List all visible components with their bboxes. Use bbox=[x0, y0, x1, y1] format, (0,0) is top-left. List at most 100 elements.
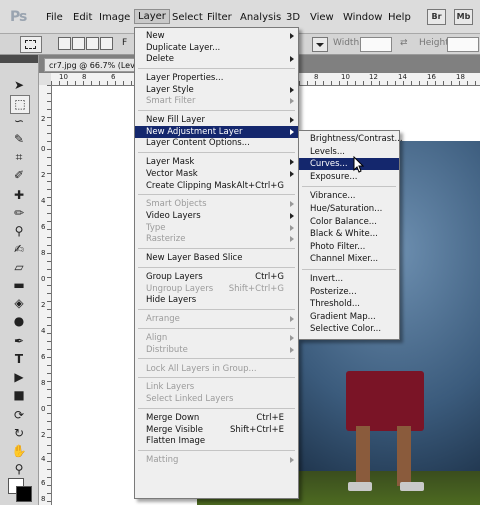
menu-item-gradient-map[interactable]: Gradient Map... bbox=[299, 311, 399, 323]
menu-item-black-white[interactable]: Black & White... bbox=[299, 228, 399, 240]
background-color-swatch[interactable] bbox=[16, 486, 32, 502]
dodge-tool-icon[interactable]: ● bbox=[10, 313, 28, 330]
menu-item-matting[interactable]: Matting bbox=[135, 454, 298, 466]
menu-item-layer-mask[interactable]: Layer Mask bbox=[135, 156, 298, 168]
3d-orbit-tool-icon[interactable]: ↻ bbox=[10, 425, 28, 442]
menu-layer[interactable]: Layer bbox=[134, 9, 170, 24]
panel-grip[interactable] bbox=[0, 55, 38, 63]
menu-file[interactable]: File bbox=[46, 12, 63, 23]
quick-select-tool-icon[interactable]: ✎ bbox=[10, 131, 28, 148]
swap-icon[interactable]: ⇄ bbox=[400, 38, 408, 48]
menu-item-link-layers[interactable]: Link Layers bbox=[135, 381, 298, 393]
gradient-tool-icon[interactable]: ▬ bbox=[10, 277, 28, 294]
menu-item-smart-filter[interactable]: Smart Filter bbox=[135, 95, 298, 107]
menu-window[interactable]: Window bbox=[343, 12, 382, 23]
width-field[interactable] bbox=[360, 37, 392, 52]
menu-item-ungroup-layers[interactable]: Ungroup Layers Shift+Ctrl+G bbox=[135, 283, 298, 295]
new-selection-icon[interactable] bbox=[58, 37, 71, 50]
menu-item-vector-mask[interactable]: Vector Mask bbox=[135, 168, 298, 180]
menu-item-layer-properties[interactable]: Layer Properties... bbox=[135, 72, 298, 84]
menu-item-label: Gradient Map... bbox=[310, 311, 376, 322]
add-selection-icon[interactable] bbox=[72, 37, 85, 50]
menu-item-flatten-image[interactable]: Flatten Image bbox=[135, 435, 298, 447]
menu-item-hide-layers[interactable]: Hide Layers bbox=[135, 294, 298, 306]
brush-tool-icon[interactable]: ✏ bbox=[10, 205, 28, 222]
menu-3d[interactable]: 3D bbox=[286, 12, 300, 23]
menu-item-posterize[interactable]: Posterize... bbox=[299, 286, 399, 298]
hand-tool-icon[interactable]: ✋ bbox=[10, 443, 28, 460]
menu-item-merge-down[interactable]: Merge Down Ctrl+E bbox=[135, 412, 298, 424]
menu-item-new-fill-layer[interactable]: New Fill Layer bbox=[135, 114, 298, 126]
bridge-button[interactable]: Br bbox=[427, 9, 446, 25]
menu-item-curves[interactable]: Curves... bbox=[299, 158, 399, 171]
menu-item-photo-filter[interactable]: Photo Filter... bbox=[299, 241, 399, 253]
menu-filter[interactable]: Filter bbox=[207, 12, 232, 23]
menu-separator bbox=[138, 407, 295, 409]
eraser-tool-icon[interactable]: ▱ bbox=[10, 259, 28, 276]
clone-stamp-tool-icon[interactable]: ⚲ bbox=[10, 223, 28, 240]
menu-item-video-layers[interactable]: Video Layers bbox=[135, 210, 298, 222]
menu-item-lock-all-layers-in-group[interactable]: Lock All Layers in Group... bbox=[135, 363, 298, 375]
mini-bridge-button[interactable]: Mb bbox=[454, 9, 473, 25]
blur-tool-icon[interactable]: ◈ bbox=[10, 295, 28, 312]
menu-analysis[interactable]: Analysis bbox=[240, 12, 281, 23]
submenu-arrow-icon bbox=[290, 117, 294, 124]
subtract-selection-icon[interactable] bbox=[86, 37, 99, 50]
type-tool-icon[interactable]: T bbox=[10, 351, 28, 368]
style-dropdown[interactable] bbox=[312, 37, 328, 52]
path-select-tool-icon[interactable]: ▶ bbox=[10, 369, 28, 386]
menu-item-exposure[interactable]: Exposure... bbox=[299, 171, 399, 183]
submenu-arrow-icon bbox=[290, 159, 294, 166]
menu-item-hue-saturation[interactable]: Hue/Saturation... bbox=[299, 203, 399, 215]
menu-image[interactable]: Image bbox=[99, 12, 130, 23]
zoom-tool-icon[interactable]: ⚲ bbox=[10, 461, 28, 478]
menu-item-brightness-contrast[interactable]: Brightness/Contrast... bbox=[299, 133, 403, 145]
history-brush-tool-icon[interactable]: ✍ bbox=[10, 241, 28, 258]
menu-item-new-layer-based-slice[interactable]: New Layer Based Slice bbox=[135, 252, 298, 264]
menu-item-group-layers[interactable]: Group Layers Ctrl+G bbox=[135, 271, 298, 283]
pen-tool-icon[interactable]: ✒ bbox=[10, 333, 28, 350]
menu-item-duplicate-layer[interactable]: Duplicate Layer... bbox=[135, 42, 298, 54]
marquee-tool-icon[interactable]: ⬚ bbox=[10, 95, 30, 114]
menu-item-label: Color Balance... bbox=[310, 216, 377, 227]
menu-item-type[interactable]: Type bbox=[135, 222, 298, 234]
menu-item-selective-color[interactable]: Selective Color... bbox=[299, 323, 399, 335]
move-tool-icon[interactable]: ➤ bbox=[10, 77, 28, 94]
menu-item-create-clipping-mask[interactable]: Create Clipping Mask Alt+Ctrl+G bbox=[135, 180, 298, 192]
submenu-arrow-icon bbox=[290, 128, 294, 135]
menu-item-channel-mixer[interactable]: Channel Mixer... bbox=[299, 253, 399, 265]
eyedropper-tool-icon[interactable]: ✐ bbox=[10, 167, 28, 184]
submenu-arrow-icon bbox=[290, 170, 294, 177]
height-field[interactable] bbox=[447, 37, 479, 52]
menu-item-delete[interactable]: Delete bbox=[135, 53, 298, 65]
menu-select[interactable]: Select bbox=[172, 12, 203, 23]
menu-item-color-balance[interactable]: Color Balance... bbox=[299, 216, 399, 228]
menu-item-align[interactable]: Align bbox=[135, 332, 298, 344]
menu-item-layer-style[interactable]: Layer Style bbox=[135, 84, 298, 96]
menu-view[interactable]: View bbox=[310, 12, 334, 23]
intersect-selection-icon[interactable] bbox=[100, 37, 113, 50]
submenu-arrow-icon bbox=[290, 56, 294, 63]
menu-item-new-adjustment-layer[interactable]: New Adjustment Layer bbox=[135, 125, 298, 138]
menu-item-threshold[interactable]: Threshold... bbox=[299, 298, 399, 310]
menu-item-new[interactable]: New bbox=[135, 30, 298, 42]
3d-rotate-tool-icon[interactable]: ⟳ bbox=[10, 407, 28, 424]
menu-item-layer-content-options[interactable]: Layer Content Options... bbox=[135, 137, 298, 149]
menu-item-levels[interactable]: Levels... bbox=[299, 146, 399, 158]
menu-edit[interactable]: Edit bbox=[73, 12, 92, 23]
crop-tool-icon[interactable]: ⌗ bbox=[10, 149, 28, 166]
menu-item-rasterize[interactable]: Rasterize bbox=[135, 233, 298, 245]
menu-help[interactable]: Help bbox=[388, 12, 411, 23]
healing-brush-tool-icon[interactable]: ✚ bbox=[10, 187, 28, 204]
menu-item-merge-visible[interactable]: Merge Visible Shift+Ctrl+E bbox=[135, 424, 298, 436]
shape-tool-icon[interactable]: ■ bbox=[10, 387, 28, 404]
menu-item-distribute[interactable]: Distribute bbox=[135, 344, 298, 356]
menu-item-vibrance[interactable]: Vibrance... bbox=[299, 190, 399, 202]
menu-item-smart-objects[interactable]: Smart Objects bbox=[135, 198, 298, 210]
menu-item-label: Matting bbox=[146, 455, 179, 465]
lasso-tool-icon[interactable]: ∽ bbox=[10, 113, 28, 130]
menu-item-invert[interactable]: Invert... bbox=[299, 273, 399, 285]
menu-item-arrange[interactable]: Arrange bbox=[135, 313, 298, 325]
menu-item-select-linked-layers[interactable]: Select Linked Layers bbox=[135, 393, 298, 405]
marquee-preset-icon[interactable] bbox=[20, 36, 42, 53]
